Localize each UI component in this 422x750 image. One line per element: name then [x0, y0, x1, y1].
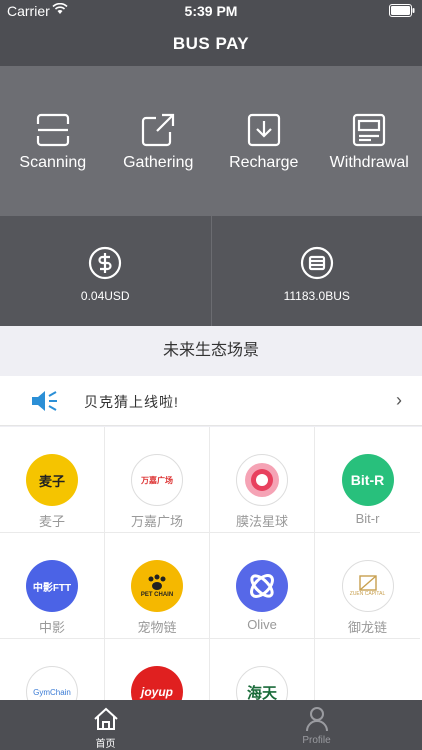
- maizi-logo-icon: 麦子: [26, 454, 78, 506]
- app-label: 万嘉广场: [130, 514, 183, 529]
- haitian-logo-icon: 海天: [236, 666, 288, 700]
- app-label: Olive: [247, 617, 277, 632]
- withdrawal-label: Withdrawal: [329, 154, 409, 171]
- section-title: 未来生态场景: [0, 326, 422, 376]
- scan-icon: [36, 113, 69, 147]
- app-yulong[interactable]: ZUEN CAPITAL 御龙链: [315, 533, 420, 639]
- zuen-capital-logo-icon: ZUEN CAPITAL: [341, 560, 394, 612]
- tab-home[interactable]: 首页: [0, 700, 211, 750]
- gathering-label: Gathering: [123, 154, 194, 171]
- tab-profile[interactable]: Profile: [211, 700, 422, 750]
- download-icon: [247, 113, 280, 147]
- announcement-bar[interactable]: 贝克猜上线啦! ›: [0, 376, 422, 426]
- app-haitian[interactable]: 海天: [210, 639, 315, 700]
- gathering-button[interactable]: Gathering: [106, 66, 212, 216]
- status-bar: Carrier 5:39 PM: [0, 0, 422, 22]
- card-icon: [353, 113, 386, 147]
- wanjia-logo-icon: 万嘉广场: [131, 454, 183, 506]
- olive-logo-icon: [236, 560, 288, 612]
- app-grid: 麦子 麦子 万嘉广场 万嘉广场 膜法星球 Bit-R Bit-r 中影FTT 中…: [0, 427, 422, 700]
- battery-icon: [389, 4, 415, 17]
- gymchain-logo-icon: GymChain: [26, 666, 78, 700]
- tab-bar: 首页 Profile: [0, 700, 422, 750]
- app-zhongying[interactable]: 中影FTT 中影: [0, 533, 105, 639]
- usd-balance[interactable]: 0.04USD: [0, 216, 211, 326]
- person-icon: [305, 707, 328, 732]
- recharge-label: Recharge: [229, 154, 299, 171]
- app-joyup[interactable]: joyup: [105, 639, 210, 700]
- home-icon: [93, 707, 118, 730]
- scanning-button[interactable]: Scanning: [0, 66, 106, 216]
- tab-home-label: 首页: [95, 739, 116, 750]
- app-label: Bit-r: [355, 511, 380, 526]
- app-label: 麦子: [38, 514, 65, 529]
- bit-r-logo-icon: Bit-R: [341, 454, 394, 506]
- app-pet-chain[interactable]: PET CHAIN 宠物链: [105, 533, 210, 639]
- bus-balance-value: 11183.0BUS: [283, 289, 350, 303]
- app-maizi[interactable]: 麦子 麦子: [0, 427, 105, 533]
- app-olive[interactable]: Olive: [210, 533, 315, 639]
- dollar-coin-icon: [89, 246, 122, 280]
- app-label: 宠物链: [137, 620, 177, 635]
- joyup-logo-icon: joyup: [131, 666, 183, 700]
- app-gymchain[interactable]: GymChain: [0, 639, 105, 700]
- chevron-right-icon: ›: [396, 390, 402, 410]
- bus-balance[interactable]: 11183.0BUS: [210, 216, 422, 326]
- clock-time: 5:39 PM: [184, 3, 238, 19]
- app-wanjia[interactable]: 万嘉广场 万嘉广场: [105, 427, 210, 533]
- app-label: 御龙链: [347, 620, 387, 635]
- usd-balance-value: 0.04USD: [80, 289, 130, 303]
- action-bar: Scanning Gathering Recharge Withdrawal: [0, 66, 422, 216]
- app-label: 膜法星球: [235, 514, 288, 529]
- pet-chain-logo-icon: PET CHAIN: [131, 560, 183, 612]
- bus-coin-icon: [300, 246, 333, 280]
- speaker-icon: [32, 391, 57, 411]
- nav-title: BUS PAY: [0, 22, 422, 66]
- app-bit-r[interactable]: Bit-R Bit-r: [315, 427, 420, 533]
- balance-panel: 0.04USD 11183.0BUS: [0, 216, 422, 326]
- withdrawal-button[interactable]: Withdrawal: [317, 66, 422, 216]
- scanning-label: Scanning: [19, 154, 87, 171]
- app-mofa[interactable]: 膜法星球: [210, 427, 315, 533]
- mofa-planet-logo-icon: [236, 454, 288, 506]
- announcement-text: 贝克猜上线啦!: [84, 394, 179, 410]
- recharge-button[interactable]: Recharge: [211, 66, 317, 216]
- tab-profile-label: Profile: [302, 735, 331, 746]
- share-out-icon: [142, 113, 175, 147]
- zhongying-logo-icon: 中影FTT: [26, 560, 78, 612]
- app-label: 中影: [38, 620, 65, 635]
